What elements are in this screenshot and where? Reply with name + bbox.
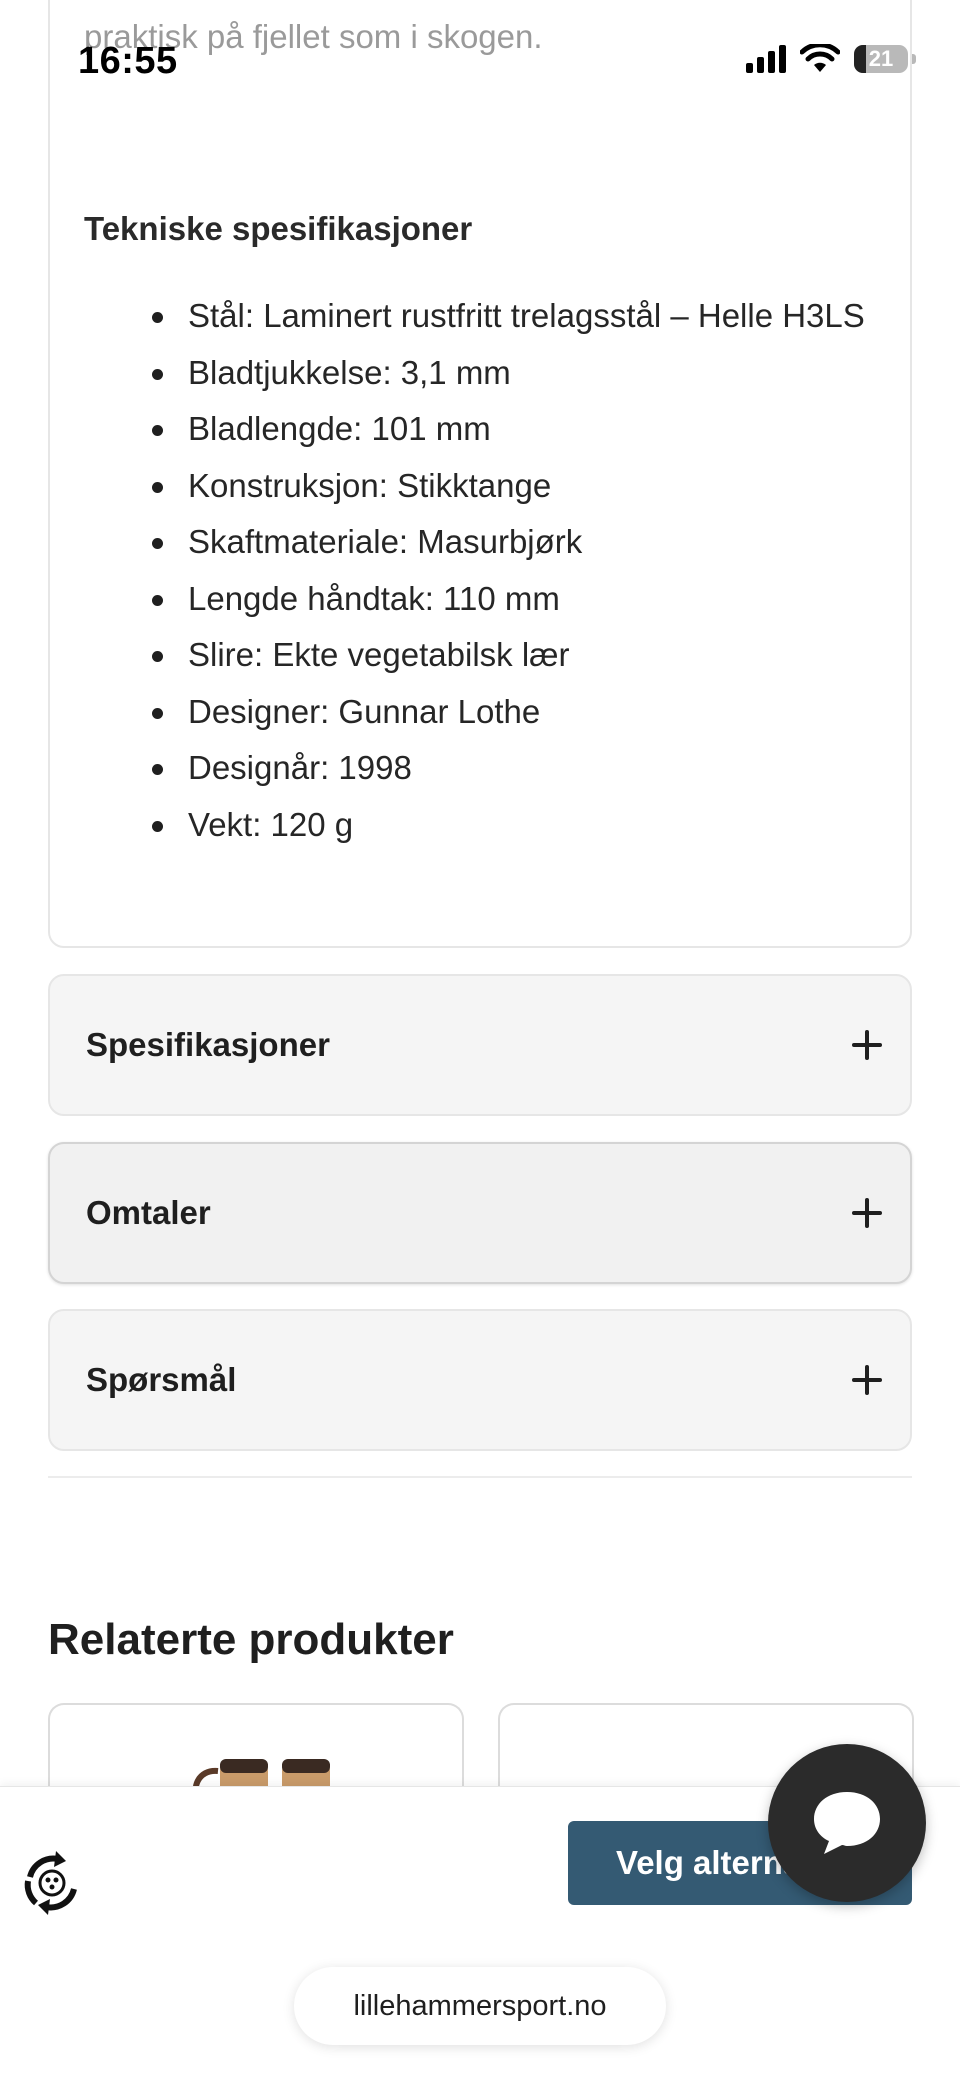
url-bar[interactable]: lillehammersport.no xyxy=(294,1967,666,2045)
accordion-label: Spørsmål xyxy=(86,1361,237,1398)
cycle-icon[interactable] xyxy=(16,1847,88,1919)
status-icons: 21 xyxy=(746,44,916,74)
spec-item: Skaftmateriale: Masurbjørk xyxy=(152,514,868,571)
chat-button[interactable] xyxy=(768,1744,926,1902)
spec-item: Slire: Ekte vegetabilsk lær xyxy=(152,627,868,684)
status-bar: 16:55 21 xyxy=(0,0,960,100)
specs-heading: Tekniske spesifikasjoner xyxy=(84,210,473,247)
specs-list: Stål: Laminert rustfritt trelagsstål – H… xyxy=(152,288,868,854)
accordion-label: Omtaler xyxy=(86,1194,211,1231)
wifi-icon xyxy=(800,44,840,72)
accordion-reviews[interactable]: Omtaler xyxy=(48,1142,912,1284)
accordion-label: Spesifikasjoner xyxy=(86,1026,330,1063)
spec-item: Designår: 1998 xyxy=(152,740,868,797)
spec-item: Vekt: 120 g xyxy=(152,797,868,854)
spec-item: Konstruksjon: Stikktange xyxy=(152,458,868,515)
signal-icon xyxy=(746,45,786,73)
battery-level: 21 xyxy=(868,46,894,71)
accordion-questions[interactable]: Spørsmål xyxy=(48,1309,912,1451)
status-time: 16:55 xyxy=(78,40,178,82)
plus-icon xyxy=(852,1030,882,1060)
section-divider xyxy=(48,1476,912,1478)
spec-item: Designer: Gunnar Lothe xyxy=(152,684,868,741)
chat-bubble-icon xyxy=(814,1792,880,1854)
spec-item: Lengde håndtak: 110 mm xyxy=(152,571,868,628)
battery-icon: 21 xyxy=(854,45,908,73)
spec-item: Bladlengde: 101 mm xyxy=(152,401,868,458)
related-products-title: Relaterte produkter xyxy=(48,1615,454,1664)
plus-icon xyxy=(852,1365,882,1395)
plus-icon xyxy=(852,1198,882,1228)
accordion-specifications[interactable]: Spesifikasjoner xyxy=(48,974,912,1116)
spec-item: Bladtjukkelse: 3,1 mm xyxy=(152,345,868,402)
spec-item: Stål: Laminert rustfritt trelagsstål – H… xyxy=(152,288,868,345)
